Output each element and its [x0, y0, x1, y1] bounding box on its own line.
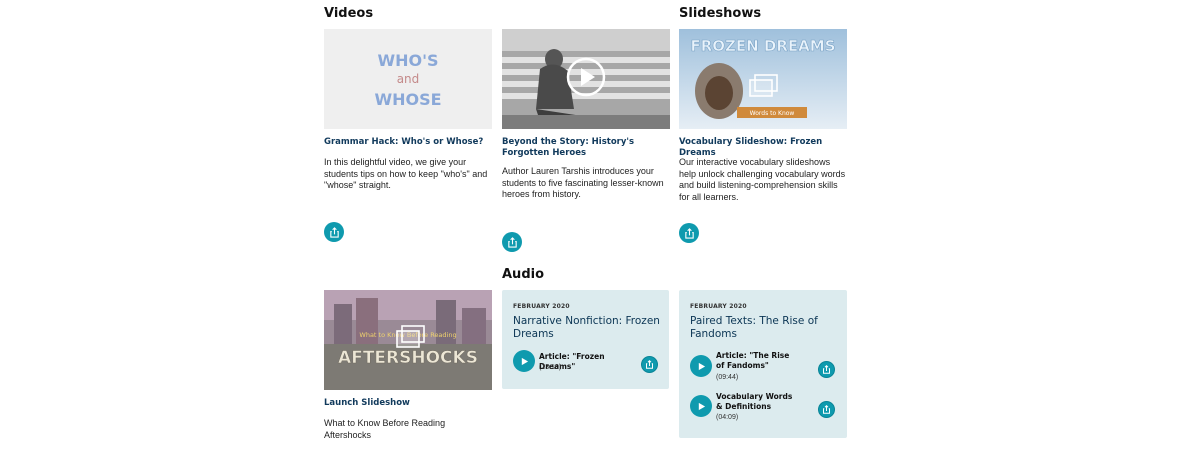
share-button-track[interactable] [641, 356, 658, 373]
slideshow-thumbnail-aftershocks[interactable]: What to Know Before Reading AFTERSHOCKS [324, 290, 492, 390]
audio-heading: Audio [502, 267, 545, 282]
thumb-text-1: WHO'S [377, 51, 438, 70]
aftershocks-graphic: What to Know Before Reading AFTERSHOCKS [324, 290, 492, 390]
audio-date: FEBRUARY 2020 [690, 303, 747, 310]
track-duration: (04:09) [716, 414, 739, 421]
play-button[interactable] [690, 355, 712, 377]
videos-heading: Videos [324, 6, 374, 21]
share-icon [507, 236, 517, 248]
whos-whose-graphic: WHO'S and WHOSE [324, 29, 492, 129]
audio-card-rise-of-fandoms: FEBRUARY 2020 Paired Texts: The Rise of … [679, 290, 847, 438]
share-icon [684, 227, 694, 239]
slideshow-thumbnail-frozen-dreams[interactable]: FROZEN DREAMS Words to Know [679, 29, 847, 129]
play-icon [698, 362, 705, 370]
share-button-forgotten-heroes[interactable] [502, 232, 522, 252]
track-duration: (13:10) [539, 364, 562, 371]
thumb-title: FROZEN DREAMS [690, 37, 835, 55]
play-button[interactable] [513, 350, 535, 372]
play-button[interactable] [690, 395, 712, 417]
video-thumbnail-whos-whose[interactable]: WHO'S and WHOSE [324, 29, 492, 129]
audio-title[interactable]: Paired Texts: The Rise of Fandoms [690, 315, 840, 341]
share-button-track[interactable] [818, 401, 835, 418]
slideshow-description-aftershocks: What to Know Before Reading Aftershocks [324, 418, 446, 440]
share-button-frozen-dreams-slideshow[interactable] [679, 223, 699, 243]
video-description-forgotten-heroes: Author Lauren Tarshis introduces your st… [502, 166, 664, 199]
thumb-text-3: WHOSE [374, 90, 441, 109]
share-icon [823, 365, 830, 374]
slideshow-title-frozen-dreams[interactable]: Vocabulary Slideshow: Frozen Dreams [679, 137, 847, 159]
forgotten-heroes-graphic [502, 29, 670, 129]
play-icon [698, 402, 705, 410]
slideshow-description-frozen-dreams: Our interactive vocabulary slideshows he… [679, 157, 846, 202]
slideshows-heading: Slideshows [679, 6, 762, 21]
video-description-whos-whose: In this delightful video, we give your s… [324, 157, 488, 190]
video-title-forgotten-heroes[interactable]: Beyond the Story: History's Forgotten He… [502, 137, 670, 159]
share-button-track[interactable] [818, 361, 835, 378]
share-icon [646, 360, 653, 369]
video-thumbnail-forgotten-heroes[interactable] [502, 29, 670, 129]
track-title: Article: "The Rise of Fandoms" [716, 351, 790, 370]
share-button-whos-whose[interactable] [324, 222, 344, 242]
share-icon [823, 405, 830, 414]
audio-title[interactable]: Narrative Nonfiction: Frozen Dreams [513, 315, 663, 341]
thumb-text-2: and [397, 72, 420, 86]
audio-card-frozen-dreams: FEBRUARY 2020 Narrative Nonfiction: Froz… [502, 290, 669, 389]
play-icon [521, 357, 528, 365]
thumb-title: AFTERSHOCKS [338, 348, 478, 368]
frozen-dreams-graphic: FROZEN DREAMS Words to Know [679, 29, 847, 129]
audio-date: FEBRUARY 2020 [513, 303, 570, 310]
track-duration: (09:44) [716, 374, 739, 381]
track-title: Vocabulary Words & Definitions [716, 392, 793, 411]
slideshow-title-aftershocks[interactable]: Launch Slideshow [324, 398, 492, 409]
thumb-badge: Words to Know [750, 110, 795, 117]
video-title-whos-whose[interactable]: Grammar Hack: Who's or Whose? [324, 137, 492, 148]
share-icon [329, 226, 339, 238]
